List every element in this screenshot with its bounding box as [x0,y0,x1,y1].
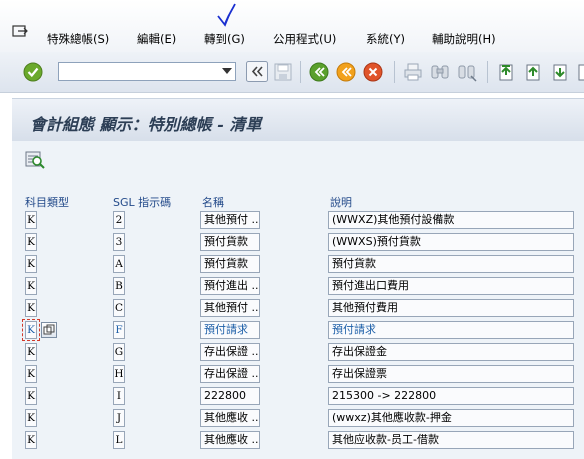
command-field[interactable] [58,62,236,81]
toolbar-separator [394,61,395,83]
sgl-indicator-cell[interactable]: 2 [113,211,125,229]
standard-toolbar [0,52,584,93]
focus-indicator [22,319,40,341]
name-cell[interactable]: 其他應收 .. [200,431,260,449]
enter-icon[interactable] [23,62,43,82]
title-bar: 會計組態 顯示：特別總帳 - 清單 [12,98,584,142]
value-help-icon[interactable] [41,322,57,338]
description-cell[interactable]: 預付進出口費用 [328,277,574,295]
sgl-indicator-cell[interactable]: B [113,277,125,295]
description-cell[interactable]: (WWXZ)其他預付設備款 [328,211,574,229]
back-arrows-icon[interactable] [246,61,268,82]
menu-goto[interactable]: 轉到(G) [204,31,245,47]
save-icon[interactable] [273,62,293,82]
menu-system[interactable]: 系統(Y) [366,31,405,47]
description-cell[interactable]: 其他应收款-员工-借款 [328,431,574,449]
sgl-indicator-cell[interactable]: 3 [113,233,125,251]
description-cell[interactable]: 215300 -> 222800 [328,387,574,405]
toolbar-separator [300,61,301,83]
description-cell[interactable]: (WWXS)預付貨款 [328,233,574,251]
name-cell[interactable]: 預付請求 [200,321,260,339]
find-icon[interactable] [430,62,450,82]
toolbar-separator [487,61,488,83]
previous-page-icon[interactable] [523,62,543,82]
name-cell[interactable]: 預付貨款 [200,233,260,251]
account-type-cell[interactable]: K [25,387,37,405]
sgl-indicator-cell[interactable]: A [113,255,125,273]
print-icon[interactable] [403,62,423,82]
account-type-cell[interactable]: K [25,343,37,361]
column-header-name[interactable]: 名稱 [202,194,224,210]
find-next-icon[interactable] [457,62,477,82]
account-type-cell[interactable]: K [25,409,37,427]
description-cell[interactable]: (wwxz)其他應收款-押金 [328,409,574,427]
menu-special-gl[interactable]: 特殊總帳(S) [47,31,109,47]
annotation-arrow-icon [217,3,236,27]
list-area: 科目類型 SGL 指示碼 名稱 說明 K 2 其他預付 .. (WWXZ)其他預付設備… [12,141,584,459]
menu-utilities[interactable]: 公用程式(U) [273,31,336,47]
menu-edit[interactable]: 編輯(E) [137,31,176,47]
sgl-indicator-cell[interactable]: H [113,365,125,383]
name-cell[interactable]: 預付進出 .. [200,277,260,295]
description-cell[interactable]: 預付貨款 [328,255,574,273]
description-cell[interactable]: 預付請求 [328,321,574,339]
command-input[interactable] [61,64,215,81]
description-cell[interactable]: 存出保證金 [328,343,574,361]
account-type-cell[interactable]: K [25,431,37,449]
name-cell[interactable]: 預付貨款 [200,255,260,273]
account-type-cell[interactable]: K [25,255,37,273]
last-page-icon[interactable] [576,62,584,82]
name-cell[interactable]: 其他預付 .. [200,299,260,317]
next-page-icon[interactable] [550,62,570,82]
name-cell[interactable]: 存出保證 .. [200,343,260,361]
sgl-indicator-cell[interactable]: F [113,321,125,339]
name-cell[interactable]: 222800 [200,387,260,405]
exit-icon[interactable] [336,62,356,82]
back-icon[interactable] [309,62,329,82]
page-title: 會計組態 顯示：特別總帳 - 清單 [30,115,262,134]
menu-bar: 特殊總帳(S) 編輯(E) 轉到(G) 公用程式(U) 系統(Y) 輔助說明(H… [0,0,584,52]
menu-help[interactable]: 輔助說明(H) [432,31,496,47]
sgl-indicator-cell[interactable]: G [113,343,125,361]
sgl-indicator-cell[interactable]: L [113,431,125,449]
sgl-indicator-cell[interactable]: J [113,409,125,427]
column-header-description[interactable]: 說明 [330,194,352,210]
sgl-indicator-cell[interactable]: C [113,299,125,317]
account-type-cell[interactable]: K [25,233,37,251]
sgl-indicator-cell[interactable]: I [113,387,125,405]
column-header-sgl-indicator[interactable]: SGL 指示碼 [113,194,171,210]
menu-exit-icon[interactable] [12,24,28,38]
name-cell[interactable]: 其他預付 .. [200,211,260,229]
account-type-cell[interactable]: K [25,299,37,317]
account-type-cell[interactable]: K [25,365,37,383]
description-cell[interactable]: 存出保證票 [328,365,574,383]
column-header-account-type[interactable]: 科目類型 [25,194,69,210]
chevron-down-icon[interactable] [222,68,232,74]
first-page-icon[interactable] [496,62,516,82]
account-type-cell[interactable]: K [25,211,37,229]
account-type-cell[interactable]: K [25,277,37,295]
name-cell[interactable]: 存出保證 .. [200,365,260,383]
name-cell[interactable]: 其他應收 .. [200,409,260,427]
description-cell[interactable]: 其他預付費用 [328,299,574,317]
cancel-icon[interactable] [363,62,383,82]
details-icon[interactable] [24,149,46,171]
